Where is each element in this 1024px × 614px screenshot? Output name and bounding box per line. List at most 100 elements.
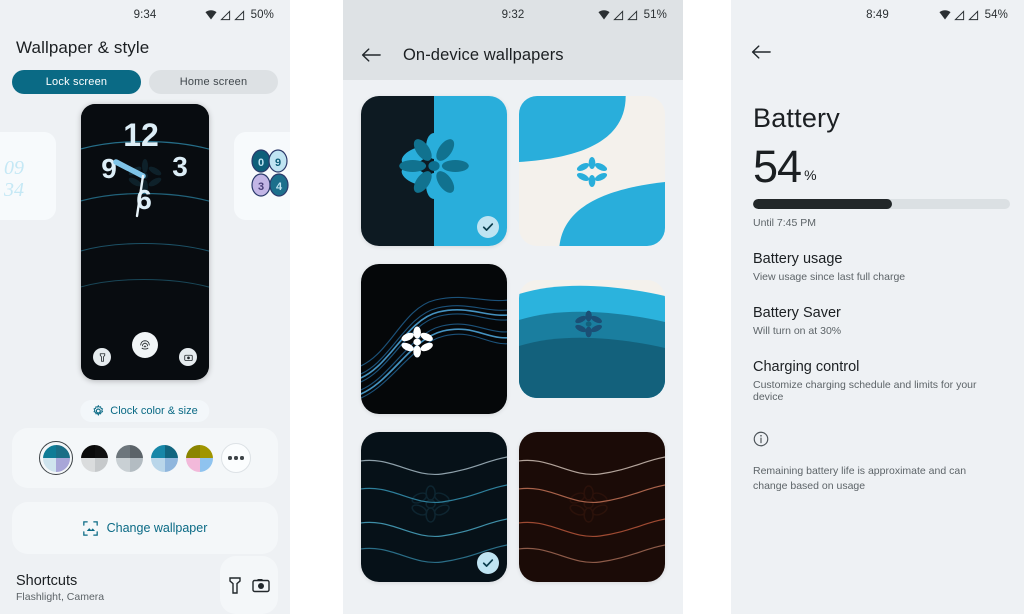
wallpaper-cell <box>519 264 665 414</box>
panel-on-device-wallpapers: 9:32 51% On-device wallpapers <box>343 0 683 614</box>
back-button-container <box>731 30 1024 65</box>
app-bar: On-device wallpapers <box>343 30 683 80</box>
svg-text:34: 34 <box>3 179 24 201</box>
wallpaper-teal-layers[interactable] <box>519 280 665 398</box>
status-bar-battery: 51% <box>643 9 667 21</box>
swatch-olive[interactable] <box>186 444 213 472</box>
wallpaper-grid <box>361 96 665 582</box>
wallpaper-cream-teal-curves[interactable] <box>519 96 665 246</box>
wallpaper-art <box>361 264 507 414</box>
swatch-black[interactable] <box>81 444 108 472</box>
status-bar-battery: 50% <box>250 9 274 21</box>
battery-progress-bar <box>753 198 1010 209</box>
color-swatch-row <box>12 428 278 488</box>
panel-gap-2 <box>683 0 731 614</box>
wallpaper-cell <box>519 96 665 246</box>
info-icon <box>753 431 769 447</box>
preview-fingerprint-button[interactable] <box>132 332 158 358</box>
wifi-icon <box>939 10 951 20</box>
gear-icon <box>93 405 104 417</box>
back-arrow-icon[interactable] <box>361 47 381 63</box>
clock-color-and-size-button[interactable]: Clock color & size <box>80 400 210 422</box>
wallpaper-dark-lines-red[interactable] <box>519 432 665 582</box>
wallpaper-cell <box>361 96 507 246</box>
shortcuts-subtitle: Flashlight, Camera <box>16 591 105 603</box>
clock-style-preview-left[interactable]: 09 34 <box>0 132 56 220</box>
status-bar: 9:32 51% <box>343 0 683 30</box>
signal-icon-2 <box>967 9 978 20</box>
charging-control-subtitle: Customize charging schedule and limits f… <box>753 378 977 403</box>
selected-check <box>477 552 499 574</box>
status-bar: 8:49 54% <box>731 0 1024 30</box>
wallpaper-grid-container <box>343 80 683 598</box>
wallpaper-art <box>519 432 665 582</box>
wallpaper-cell <box>519 432 665 582</box>
battery-usage-item[interactable]: Battery usage View usage since last full… <box>731 229 1024 283</box>
check-icon <box>482 559 494 567</box>
wallpaper-cell <box>361 432 507 582</box>
clock-style-preview-right[interactable]: 0 9 3 4 <box>234 132 290 220</box>
svg-text:0: 0 <box>258 157 264 169</box>
wallpaper-icon <box>82 520 98 536</box>
lock-screen-preview[interactable]: 12 3 6 9 <box>81 104 209 380</box>
info-icon-container <box>731 403 1024 452</box>
camera-icon[interactable] <box>252 578 270 593</box>
preview-camera-button[interactable] <box>179 348 197 366</box>
wifi-icon <box>205 10 217 20</box>
tab-home-screen[interactable]: Home screen <box>149 70 278 94</box>
dot-icon <box>240 456 244 460</box>
fingerprint-icon <box>140 340 150 350</box>
wallpaper-split-dark-teal[interactable] <box>361 96 507 246</box>
status-bar: 9:34 50% <box>0 0 290 30</box>
charging-control-item[interactable]: Charging control Customize charging sche… <box>731 337 1024 403</box>
clock-chip-label: Clock color & size <box>110 405 198 417</box>
signal-icon-2 <box>233 9 244 20</box>
wallpaper-dark-blue-waves[interactable] <box>361 264 507 414</box>
svg-text:3: 3 <box>258 181 264 193</box>
battery-until-text: Until 7:45 PM <box>753 216 817 229</box>
wallpaper-art <box>519 280 665 398</box>
signal-icon <box>219 9 230 20</box>
wallpaper-dark-lines-blue[interactable] <box>361 432 507 582</box>
shortcuts-text: Shortcuts Flashlight, Camera <box>16 573 104 603</box>
battery-percent-symbol: % <box>804 166 817 183</box>
flashlight-icon[interactable] <box>228 576 242 594</box>
selected-check <box>477 216 499 238</box>
more-colors-button[interactable] <box>221 443 251 473</box>
svg-text:09: 09 <box>4 157 24 179</box>
signal-icon <box>612 9 623 20</box>
battery-percent: 54 % <box>731 134 1024 189</box>
wallpaper-cell <box>361 264 507 414</box>
status-bar-time: 9:34 <box>133 9 157 21</box>
battery-saver-item[interactable]: Battery Saver Will turn on at 30% <box>731 283 1024 337</box>
shortcuts-row[interactable]: Shortcuts Flashlight, Camera <box>0 556 290 614</box>
panel-battery: 8:49 54% Battery 54 % Until 7:45 PM Batt… <box>731 0 1024 614</box>
handwritten-clock-icon: 09 34 <box>3 157 24 201</box>
shortcuts-title: Shortcuts <box>16 573 78 589</box>
tab-lock-screen[interactable]: Lock screen <box>12 70 141 94</box>
check-icon <box>482 223 494 231</box>
bubble-clock-icon: 0 9 3 4 <box>251 149 289 197</box>
page-title: On-device wallpapers <box>403 45 564 64</box>
svg-text:3: 3 <box>172 151 188 182</box>
battery-usage-title: Battery usage <box>753 250 843 267</box>
dot-icon <box>234 456 238 460</box>
wallpaper-art <box>519 96 665 246</box>
battery-note: Remaining battery life is approximate an… <box>753 464 967 492</box>
signal-icon <box>953 9 964 20</box>
preview-flashlight-button[interactable] <box>93 348 111 366</box>
svg-text:4: 4 <box>276 181 283 193</box>
swatch-blue[interactable] <box>151 444 178 472</box>
svg-text:9: 9 <box>101 153 117 184</box>
swatch-teal[interactable] <box>42 444 70 472</box>
panel-gap <box>290 0 343 614</box>
battery-percent-value: 54 <box>753 141 802 192</box>
back-arrow-icon[interactable] <box>751 44 771 60</box>
status-bar-time: 9:32 <box>501 9 525 21</box>
panel-wallpaper-and-style: 9:34 50% Wallpaper & style Lock screen H… <box>0 0 290 614</box>
swatch-grey[interactable] <box>116 444 143 472</box>
color-swatch-selected[interactable] <box>39 441 73 475</box>
status-bar-battery: 54% <box>984 9 1008 21</box>
change-wallpaper-button[interactable]: Change wallpaper <box>12 502 278 554</box>
camera-icon <box>183 354 193 361</box>
